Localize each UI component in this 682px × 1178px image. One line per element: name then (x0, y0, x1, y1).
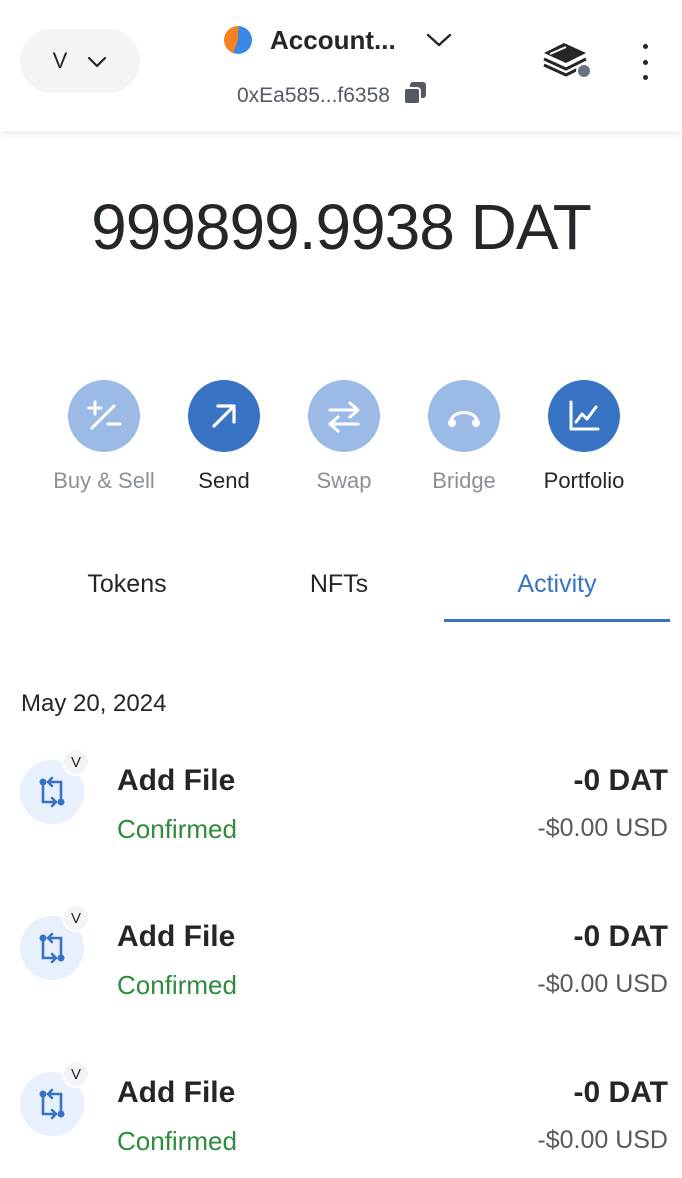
buy-sell-button[interactable]: Buy & Sell (44, 380, 164, 494)
transaction-title: Add File (117, 1076, 236, 1109)
transaction-status: Confirmed (117, 970, 237, 1000)
transaction-status: Confirmed (117, 814, 237, 844)
app-header: V Account... 0xEa585...f6358 (0, 0, 682, 131)
send-label: Send (198, 468, 250, 493)
chevron-down-icon (426, 32, 452, 48)
transaction-status: Confirmed (117, 1126, 237, 1156)
activity-list-item[interactable]: V Add File Confirmed -0 DAT -$0.00 USD (0, 1060, 682, 1178)
wallet-tabs: Tokens NFTs Activity (0, 560, 682, 622)
chevron-down-icon (87, 48, 107, 74)
swap-button[interactable]: Swap (284, 380, 404, 494)
transaction-fiat-amount: -$0.00 USD (537, 1126, 668, 1154)
tab-activity[interactable]: Activity (444, 560, 670, 622)
snaps-icon[interactable] (540, 35, 594, 83)
account-avatar (224, 26, 252, 54)
network-label: V (52, 48, 68, 73)
buy-sell-label: Buy & Sell (53, 468, 155, 493)
account-picker[interactable]: Account... (224, 22, 452, 58)
chart-icon (548, 380, 620, 452)
transaction-amount: -0 DAT (573, 920, 668, 953)
tab-nfts[interactable]: NFTs (226, 560, 452, 622)
wallet-actions: Buy & Sell Send Swap Bridge Portfolio (44, 380, 644, 500)
transaction-fiat-amount: -$0.00 USD (537, 970, 668, 998)
transaction-title: Add File (117, 764, 236, 797)
copy-icon[interactable] (402, 80, 428, 112)
network-badge: V (62, 748, 90, 776)
portfolio-button[interactable]: Portfolio (524, 380, 644, 494)
account-balance: 999899.9938 DAT (91, 191, 592, 263)
account-name: Account... (270, 24, 396, 55)
arrow-up-right-icon (188, 380, 260, 452)
bridge-button[interactable]: Bridge (404, 380, 524, 494)
swap-arrows-icon (308, 380, 380, 452)
transaction-fiat-amount: -$0.00 USD (537, 814, 668, 842)
more-options-icon[interactable] (630, 44, 660, 80)
send-button[interactable]: Send (164, 380, 284, 494)
account-address-row[interactable]: 0xEa585...f6358 (237, 82, 428, 110)
network-picker[interactable]: V (20, 29, 140, 93)
swap-label: Swap (316, 468, 372, 493)
activity-list-item[interactable]: V Add File Confirmed -0 DAT -$0.00 USD (0, 748, 682, 870)
transaction-amount: -0 DAT (573, 764, 668, 797)
tab-tokens[interactable]: Tokens (14, 560, 240, 622)
activity-date-header: May 20, 2024 (21, 690, 167, 717)
transaction-title: Add File (117, 920, 236, 953)
activity-list-item[interactable]: V Add File Confirmed -0 DAT -$0.00 USD (0, 904, 682, 1026)
transaction-amount: -0 DAT (573, 1076, 668, 1109)
account-address: 0xEa585...f6358 (237, 84, 390, 107)
network-badge: V (62, 904, 90, 932)
portfolio-label: Portfolio (543, 468, 625, 493)
plus-minus-icon (68, 380, 140, 452)
bridge-label: Bridge (432, 468, 496, 493)
network-badge: V (62, 1060, 90, 1088)
bridge-icon (428, 380, 500, 452)
